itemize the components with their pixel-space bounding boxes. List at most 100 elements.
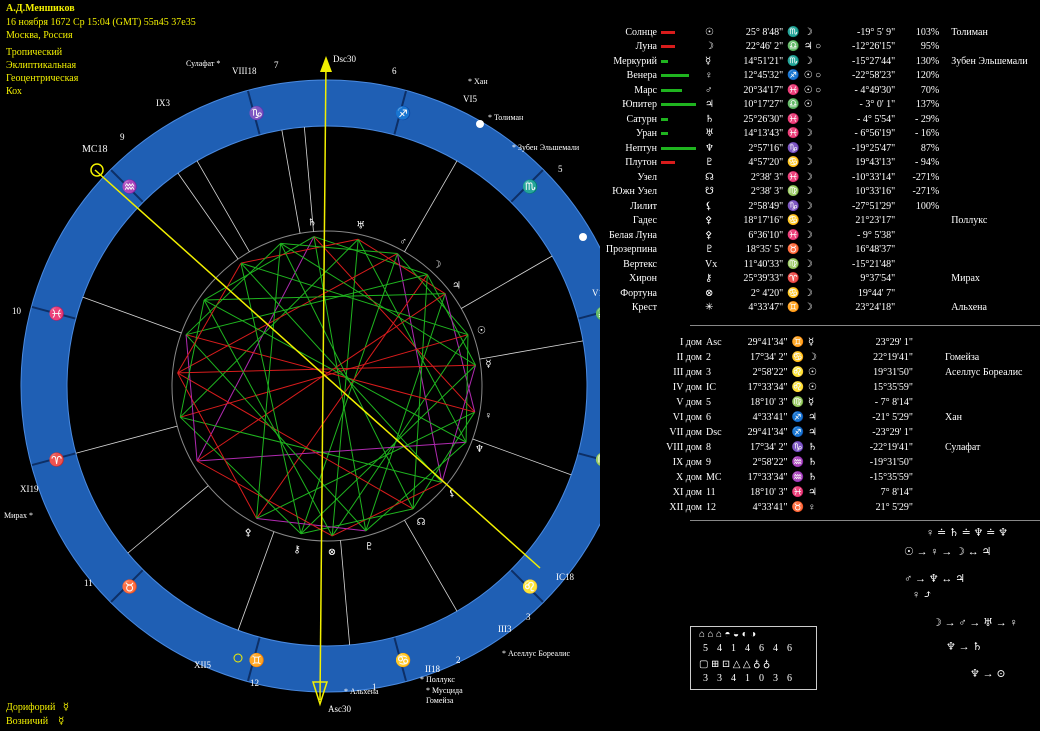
planet-row[interactable]: Хирон ⚷ 25°39'33" ♈ ☽ 9°37'54" Мирах: [600, 272, 1030, 287]
house-row[interactable]: II дом 2 17°34' 2" ♋ ☽ 22°19'41" Гомейза: [660, 350, 1024, 365]
planet-position: 11°40'33": [743, 258, 784, 270]
house-name: III дом: [673, 367, 702, 378]
planet-row[interactable]: Белая Луна ⚴ 6°36'10" ♓ ☽ - 9° 5'38": [600, 228, 1030, 243]
planet-strength-bars: [659, 170, 703, 185]
strength-bar: [661, 161, 675, 165]
house-cusp-line: [127, 485, 209, 554]
planet-row[interactable]: Плутон ♇ 4°57'20" ♋ ☽ 19°43'13" - 94%: [600, 156, 1030, 171]
planet-sign: ♓: [787, 229, 800, 241]
planet-fixed-star: [941, 98, 1029, 113]
natal-chart-wheel[interactable]: ♐♏♎♍♌♋♊♉♈♓♒♑ ♄♅♂☽♃☉☿♀♆⚸☊♇⊗⚷⚴ Dsc30 Asc30…: [0, 0, 600, 731]
house-row[interactable]: IV дом IC 17°33'34" ♌ ☉ 15°35'59": [660, 380, 1024, 395]
house-row[interactable]: VII дом Dsc 29°41'34" ♐ ♃ -23°29' 1": [660, 425, 1024, 440]
planet-strength-bars: [659, 83, 703, 98]
cusp-label-2: II18: [425, 664, 440, 674]
house-cusp-line: [461, 255, 553, 309]
planet-row[interactable]: Солнце ☉ 25° 8'48" ♏ ☽ -19° 5' 9" 103% Толиман: [600, 25, 1030, 40]
planet-row[interactable]: Южн Узел ☋ 2°38' 3" ♍ ☽ 10°33'16" -271%: [600, 185, 1030, 200]
aspect-line: [177, 372, 414, 510]
house-position: 18°10' 3": [750, 487, 788, 498]
planet-fixed-star: [941, 83, 1029, 98]
planet-name: Вертекс: [623, 258, 657, 270]
planet-position: 4°57'20": [748, 157, 784, 169]
house-sign: ♊: [791, 337, 805, 348]
planet-row[interactable]: Вертекс Vx 11°40'33" ♍ ☽ -15°21'48": [600, 257, 1030, 272]
aspect-line: [412, 274, 428, 509]
planet-row[interactable]: Меркурий ☿ 14°51'21" ♏ ☽ -15°27'44" 130% Зубен …: [600, 54, 1030, 69]
planet-strength-pct: [897, 243, 941, 258]
strength-bar: [661, 30, 675, 34]
planet-icon: ♇: [365, 541, 374, 552]
zodiac-sign-icon: ♉: [122, 579, 138, 594]
planet-row[interactable]: Марс ♂ 20°34'17" ♓ ☉ ○ - 4°49'30" 70%: [600, 83, 1030, 98]
zodiac-sign-icon: ♏: [522, 179, 538, 194]
planet-declination: -19° 5' 9": [856, 26, 896, 38]
planet-glyph: ⚴: [705, 215, 713, 227]
planet-glyph: ♀: [705, 70, 713, 82]
strength-bar: [661, 132, 668, 136]
planet-row[interactable]: Уран ♅ 14°13'43" ♓ ☽ - 6°56'19" - 16%: [600, 127, 1030, 142]
planet-fixed-star: Мирах: [951, 273, 980, 285]
house-row[interactable]: III дом 3 2°58'22" ♌ ☉ 19°31'50" Аселлус Бореа…: [660, 365, 1024, 380]
aspect-line: [441, 364, 477, 483]
planet-sign: ♋: [787, 215, 800, 227]
star-mirakh: Мирах *: [4, 511, 33, 520]
planet-name: Меркурий: [613, 55, 657, 67]
house-row[interactable]: XI дом 11 18°10' 3" ♓ ♃ 7° 8'14": [660, 485, 1024, 500]
planet-row[interactable]: Прозерпина ♇ 18°35' 5" ♉ ☽ 16°48'37": [600, 243, 1030, 258]
planet-fixed-star: [941, 228, 1029, 243]
planet-glyph: ♄: [705, 113, 714, 125]
planet-declination: 23°24'18": [855, 302, 896, 314]
house-glyph: Asc: [706, 337, 722, 348]
label-asc: Asc30: [328, 704, 351, 714]
house-row[interactable]: VIII дом 8 17°34' 2" ♑ ♄ -22°19'41" Сулафат: [660, 440, 1024, 455]
planet-position: 25°26'30": [743, 113, 784, 125]
strength-bar: [661, 146, 696, 150]
house-number-3: 3: [526, 612, 531, 622]
house-row[interactable]: VI дом 6 4°33'41" ♐ ♃ -21° 5'29" Хан: [660, 410, 1024, 425]
planet-strength-pct: 103%: [915, 26, 940, 38]
house-row[interactable]: IX дом 9 2°58'22" ♒ ♄ -19°31'50": [660, 455, 1024, 470]
planet-row[interactable]: Узел ☊ 2°38' 3" ♓ ☽ -10°33'14" -271%: [600, 170, 1030, 185]
planet-position: 25° 8'48": [745, 26, 784, 38]
planet-row[interactable]: Венера ♀ 12°45'32" ♐ ☉ ○ -22°58'23" 120%: [600, 69, 1030, 84]
planet-row[interactable]: Луна ☽ 22°46' 2" ♎ ♃ ○ -12°26'15" 95%: [600, 40, 1030, 55]
planet-row[interactable]: Юпитер ♃ 10°17'27" ♎ ☉ - 3° 0' 1" 137%: [600, 98, 1030, 113]
planet-declination: -15°27'44": [851, 55, 896, 67]
planet-ruler-mark: ☽: [803, 113, 813, 125]
planet-row[interactable]: Фортуна ⊗ 2° 4'20" ♋ ☽ 19°44' 7": [600, 286, 1030, 301]
house-row[interactable]: X дом MC 17°33'34" ♒ ♄ -15°35'59": [660, 470, 1024, 485]
house-ruler: ♀: [808, 502, 816, 513]
planet-declination: 19°43'13": [855, 157, 896, 169]
planet-ruler-mark: ☽: [803, 26, 813, 38]
planet-sign: ♋: [787, 157, 800, 169]
planet-strength-bars: [659, 112, 703, 127]
planet-row[interactable]: Гадес ⚴ 18°17'16" ♋ ☽ 21°23'17" Поллукс: [600, 214, 1030, 229]
zodiac-sign-icon: ♌: [522, 579, 538, 594]
planet-name: Хирон: [629, 273, 657, 285]
house-row[interactable]: V дом 5 18°10' 3" ♍ ☿ - 7° 8'14": [660, 395, 1024, 410]
planet-row[interactable]: Крест ✳ 4°33'47" ♊ ☽ 23°24'18" Альхена: [600, 301, 1030, 316]
house-row[interactable]: XII дом 12 4°33'41" ♉ ♀ 21° 5'29": [660, 500, 1024, 515]
planet-fixed-star: [941, 243, 1029, 258]
planet-sign: ♓: [787, 113, 800, 125]
house-ruler: ♄: [808, 472, 817, 483]
house-glyph: MC: [706, 472, 722, 483]
planet-glyph: ☊: [705, 171, 714, 183]
planet-row[interactable]: Сатурн ♄ 25°26'30" ♓ ☽ - 4° 5'54" - 29%: [600, 112, 1030, 127]
house-position: 17°34' 2": [750, 352, 788, 363]
element-counts-row1: 5414646: [703, 643, 801, 654]
planet-ruler-mark: ☽: [803, 229, 813, 241]
house-ruler: ☿: [808, 337, 815, 348]
planet-row[interactable]: Лилит ⚸ 2°58'49" ♑ ☽ -27°51'29" 100%: [600, 199, 1030, 214]
star-mustsida: * Мусцида: [426, 686, 463, 695]
house-fixed-star: [915, 500, 1025, 515]
house-row[interactable]: I дом Asc 29°41'34" ♊ ☿ 23°29' 1": [660, 335, 1024, 350]
planet-position: 14°13'43": [743, 128, 784, 140]
planet-row[interactable]: Нептун ♆ 2°57'16" ♑ ☽ -19°25'47" 87%: [600, 141, 1030, 156]
house-number-11: 11: [84, 578, 93, 588]
planet-name: Юпитер: [622, 99, 657, 111]
house-cusp-line: [75, 425, 178, 454]
planet-strength-pct: [897, 257, 941, 272]
planet-strength-pct: - 94%: [915, 157, 940, 169]
